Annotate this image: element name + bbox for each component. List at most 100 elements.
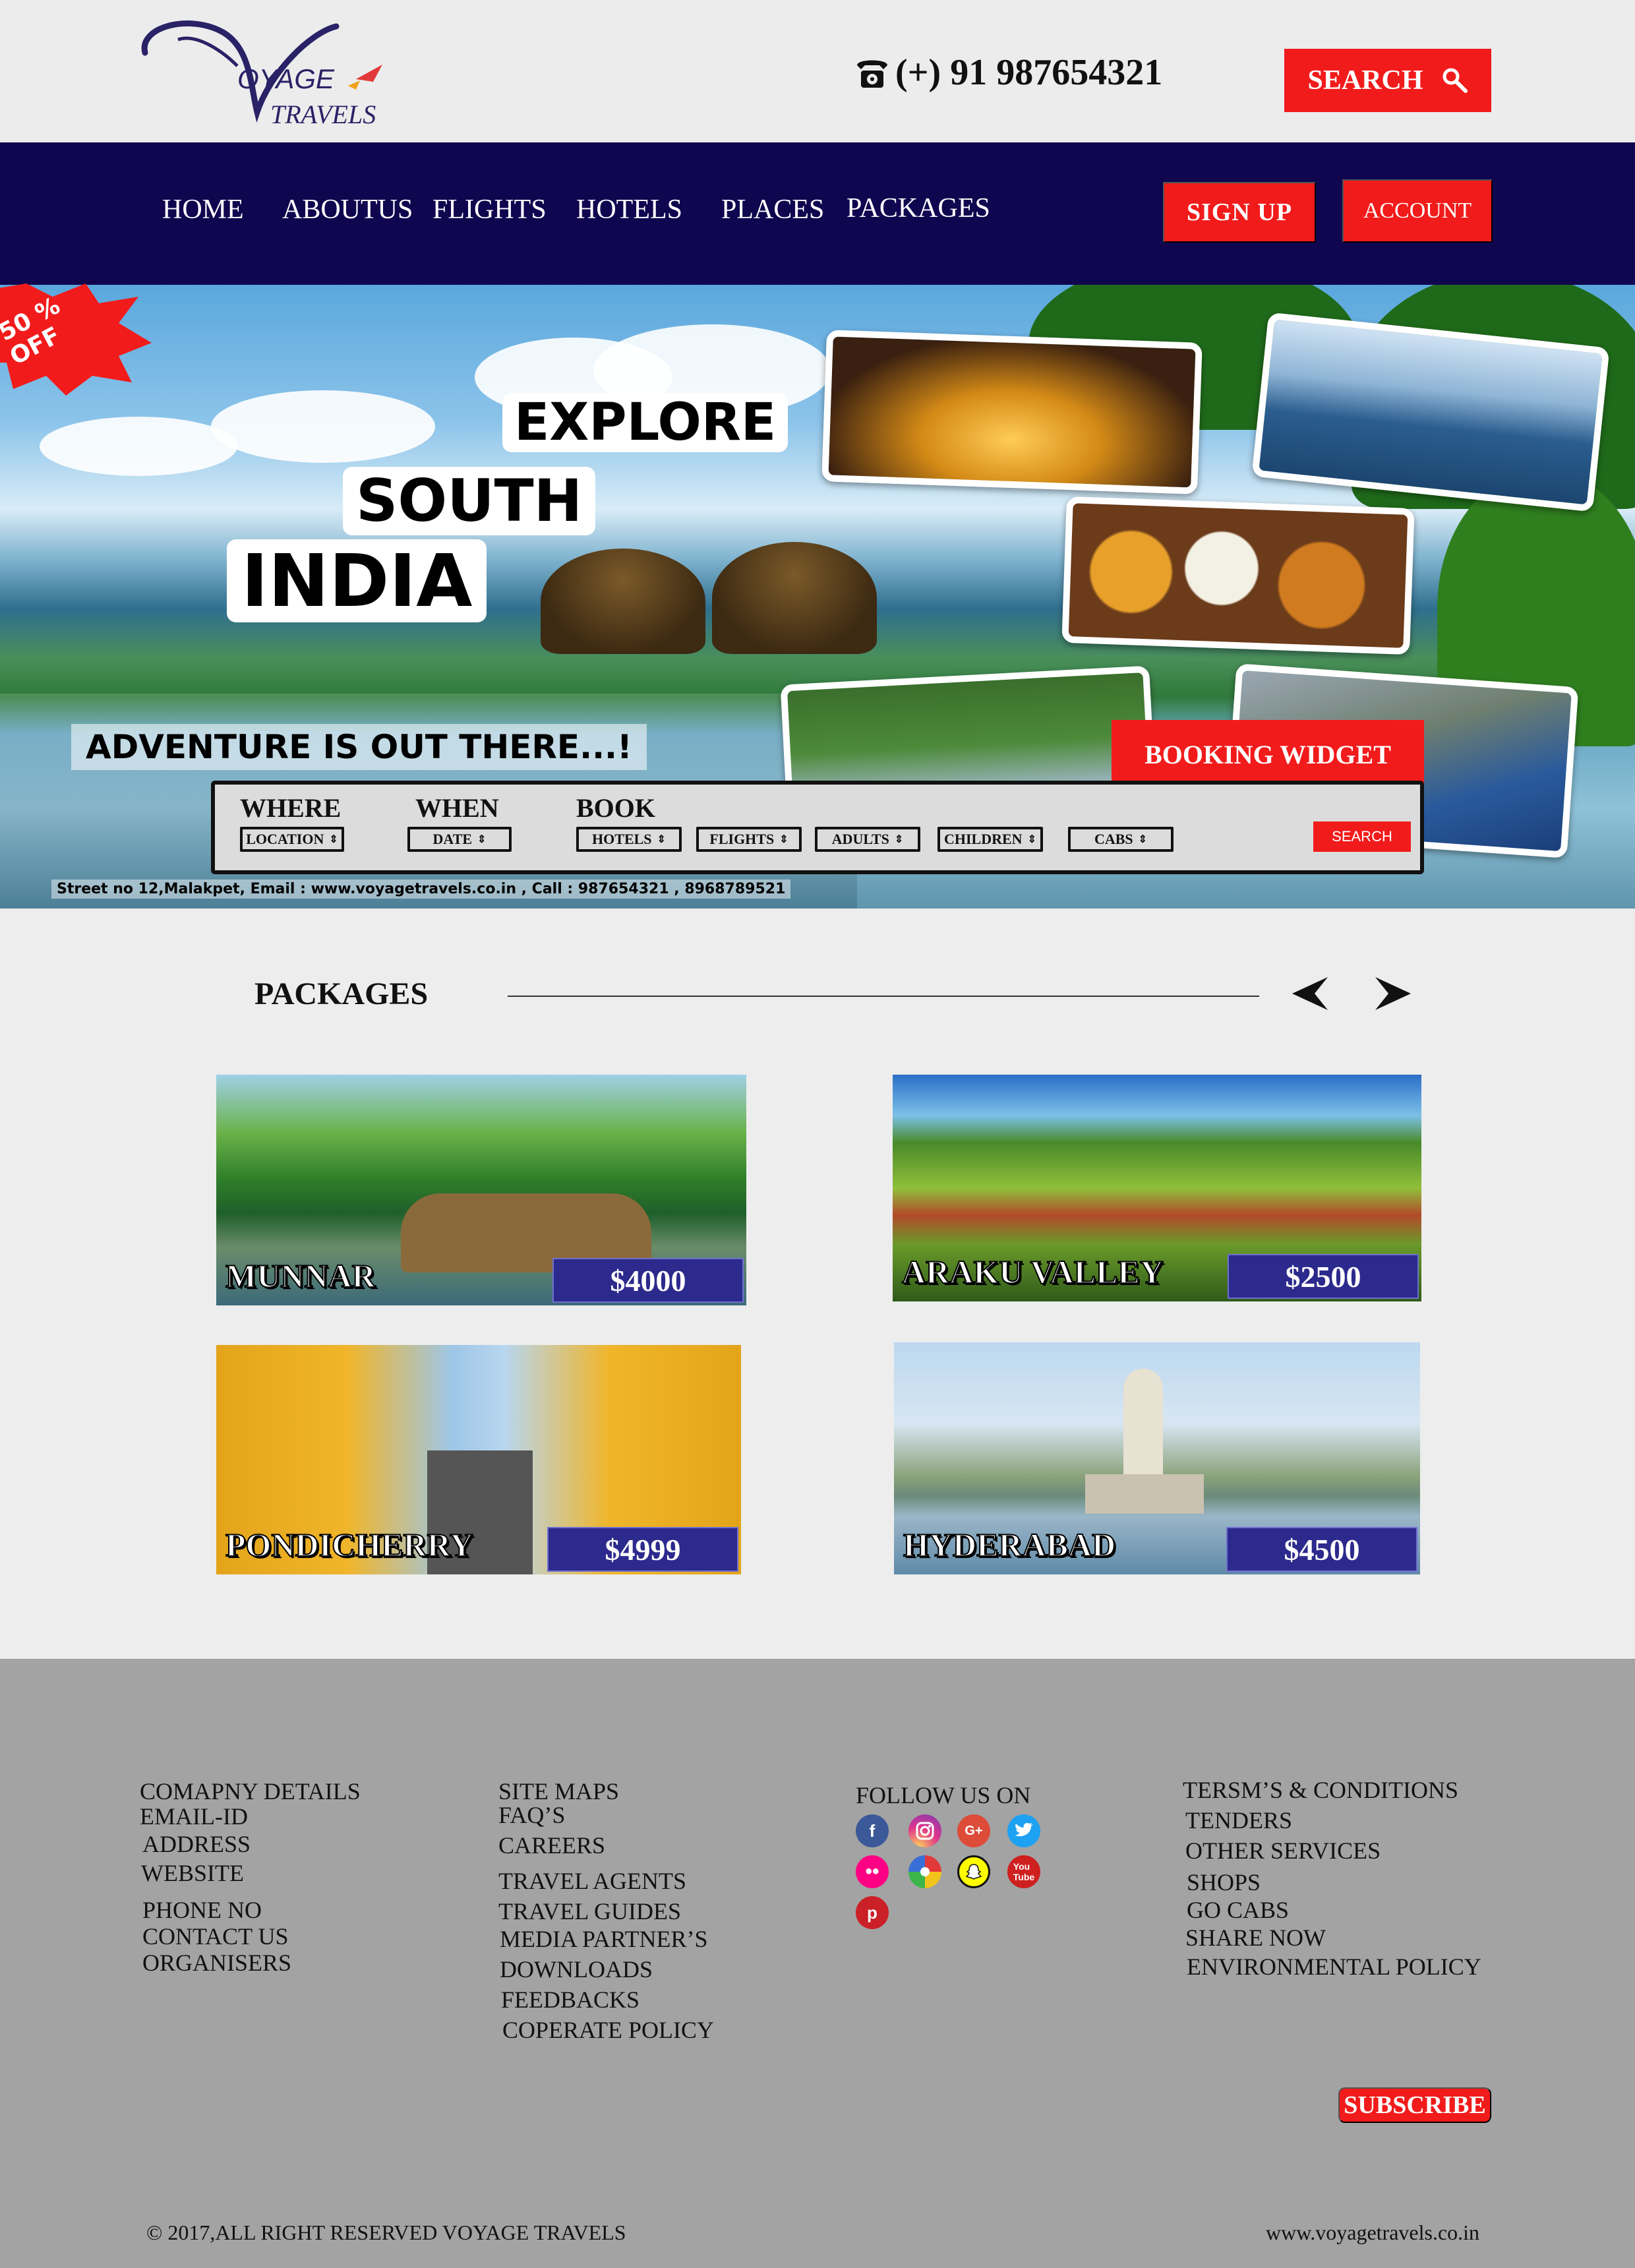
- package-name: ARAKU VALLEY: [901, 1253, 1164, 1291]
- houseboat: [712, 542, 877, 654]
- google-plus-icon[interactable]: G+: [957, 1814, 990, 1847]
- chevron-updown-icon: ⇕: [329, 834, 338, 845]
- package-card-pondicherry[interactable]: PONDICHERRY $4999: [216, 1345, 741, 1574]
- youtube-icon[interactable]: You Tube: [1007, 1855, 1040, 1888]
- footer-link-organisers[interactable]: ORGANISERS: [142, 1949, 291, 1977]
- hotels-select[interactable]: HOTELS ⇕: [576, 827, 682, 852]
- footer-link-shops[interactable]: SHOPS: [1187, 1868, 1261, 1896]
- facebook-icon[interactable]: f: [856, 1814, 889, 1847]
- footer-link-faqs[interactable]: FAQ’S: [498, 1801, 565, 1829]
- carousel-next-arrow-icon[interactable]: [1375, 977, 1411, 1010]
- footer-link-website[interactable]: WEBSITE: [141, 1859, 244, 1887]
- instagram-glyph: [916, 1822, 934, 1840]
- footer-link-tenders[interactable]: TENDERS: [1185, 1806, 1292, 1834]
- footer-link-company-details[interactable]: COMAPNY DETAILS: [140, 1777, 361, 1805]
- footer-link-other-services[interactable]: OTHER SERVICES: [1185, 1837, 1381, 1865]
- footer-link-contact-us[interactable]: CONTACT US: [142, 1923, 288, 1950]
- subscribe-button[interactable]: SUBSCRIBE: [1338, 2087, 1491, 2123]
- footer-link-careers[interactable]: CAREERS: [498, 1832, 605, 1859]
- footer-link-email-id[interactable]: EMAIL-ID: [140, 1803, 248, 1830]
- footer-link-environmental-policy[interactable]: ENVIRONMENTAL POLICY: [1187, 1953, 1481, 1981]
- cloud: [40, 417, 237, 476]
- hero-heading-explore: EXPLORE: [502, 393, 788, 452]
- footer-link-travel-agents[interactable]: TRAVEL AGENTS: [498, 1867, 686, 1895]
- discount-burst-badge: 50 % OFF: [0, 284, 152, 396]
- cloud: [211, 390, 435, 463]
- chevron-updown-icon: ⇕: [1138, 834, 1148, 845]
- chevron-updown-icon: ⇕: [477, 834, 487, 845]
- houseboat: [541, 549, 705, 654]
- package-name: MUNNAR: [225, 1257, 376, 1295]
- footer-link-go-cabs[interactable]: GO CABS: [1187, 1896, 1289, 1924]
- snapchat-icon[interactable]: [957, 1855, 990, 1888]
- logo-text-voyage: OYAGE: [237, 63, 335, 94]
- footer-link-terms[interactable]: TERSM’S & CONDITIONS: [1183, 1776, 1458, 1804]
- footer-link-share-now[interactable]: SHARE NOW: [1185, 1924, 1326, 1952]
- carousel-prev-arrow-icon[interactable]: [1292, 977, 1328, 1010]
- account-button[interactable]: ACCOUNT: [1342, 179, 1493, 243]
- package-price: $4000: [552, 1258, 744, 1303]
- package-card-munnar[interactable]: MUNNAR $4000: [216, 1075, 746, 1305]
- phone-text: (+) 91 987654321: [895, 52, 1163, 93]
- sign-up-button[interactable]: SIGN UP: [1163, 182, 1316, 243]
- flights-select[interactable]: FLIGHTS ⇕: [696, 827, 802, 852]
- header-search-button[interactable]: SEARCH: [1284, 49, 1491, 112]
- nav-flights[interactable]: FLIGHTS: [432, 194, 547, 225]
- pinterest-icon[interactable]: p: [856, 1896, 889, 1929]
- statue-base: [1085, 1474, 1204, 1514]
- follow-us-label: FOLLOW US ON: [856, 1782, 1031, 1808]
- header-search-label: SEARCH: [1307, 65, 1423, 96]
- package-name: HYDERABAD: [903, 1526, 1116, 1564]
- package-card-hyderabad[interactable]: HYDERABAD $4500: [894, 1342, 1420, 1574]
- twitter-icon[interactable]: [1007, 1814, 1040, 1847]
- footer-link-phone-no[interactable]: PHONE NO: [142, 1896, 262, 1924]
- phone-number: (+) 91 987654321: [854, 51, 1162, 94]
- cabs-select[interactable]: CABS ⇕: [1068, 827, 1174, 852]
- nav-aboutus[interactable]: ABOUTUS: [282, 194, 413, 225]
- package-name: PONDICHERRY: [225, 1526, 474, 1564]
- footer-link-media-partners[interactable]: MEDIA PARTNER’S: [500, 1925, 708, 1953]
- package-card-araku-valley[interactable]: ARAKU VALLEY $2500: [893, 1075, 1421, 1301]
- picasa-icon[interactable]: [908, 1855, 941, 1888]
- location-select[interactable]: LOCATION ⇕: [240, 827, 344, 852]
- chevron-updown-icon: ⇕: [779, 834, 788, 845]
- instagram-icon[interactable]: [908, 1814, 941, 1847]
- booking-widget-tab: BOOKING WIDGET: [1112, 720, 1424, 789]
- booking-search-button[interactable]: SEARCH: [1313, 821, 1411, 852]
- date-select[interactable]: DATE ⇕: [407, 827, 512, 852]
- adults-select[interactable]: ADULTS ⇕: [815, 827, 920, 852]
- children-select[interactable]: CHILDREN ⇕: [937, 827, 1043, 852]
- children-select-label: CHILDREN: [944, 831, 1023, 847]
- chevron-updown-icon: ⇕: [1027, 834, 1036, 845]
- footer-link-address[interactable]: ADDRESS: [142, 1830, 251, 1858]
- package-price: $4999: [547, 1527, 738, 1572]
- footer-link-downloads[interactable]: DOWNLOADS: [500, 1955, 653, 1983]
- location-select-label: LOCATION: [246, 831, 324, 847]
- flickr-icon[interactable]: ••: [856, 1855, 889, 1888]
- chevron-updown-icon: ⇕: [894, 834, 904, 845]
- picasa-center: [920, 1867, 930, 1876]
- footer-link-feedbacks[interactable]: FEEDBACKS: [501, 1986, 639, 2014]
- twitter-bird-glyph: [1015, 1822, 1033, 1837]
- nav-home[interactable]: HOME: [162, 194, 244, 225]
- footer-link-travel-guides[interactable]: TRAVEL GUIDES: [498, 1897, 681, 1925]
- nav-places[interactable]: PLACES: [721, 194, 824, 225]
- when-label: WHEN: [415, 793, 499, 823]
- cabs-select-label: CABS: [1094, 831, 1133, 847]
- packages-divider: [508, 996, 1259, 997]
- where-label: WHERE: [240, 793, 342, 823]
- adults-select-label: ADULTS: [831, 831, 889, 847]
- packages-title: PACKAGES: [254, 976, 429, 1011]
- hero-contact-line: Street no 12,Malakpet, Email : www.voyag…: [51, 880, 791, 899]
- footer-link-coperate-policy[interactable]: COPERATE POLICY: [502, 2016, 714, 2044]
- hero-heading-south: SOUTH: [343, 467, 596, 535]
- site-url-link[interactable]: www.voyagetravels.co.in: [1266, 2221, 1479, 2245]
- food-photo: [1061, 496, 1415, 655]
- nav-packages[interactable]: PACKAGES: [847, 193, 990, 224]
- copyright-icon: ©: [146, 2221, 163, 2244]
- voyage-travels-logo[interactable]: OYAGE TRAVELS: [138, 13, 415, 132]
- nav-hotels[interactable]: HOTELS: [576, 194, 682, 225]
- book-label: BOOK: [576, 793, 656, 823]
- telephone-icon: [857, 60, 887, 88]
- hero-tagline: ADVENTURE IS OUT THERE...!: [71, 724, 647, 770]
